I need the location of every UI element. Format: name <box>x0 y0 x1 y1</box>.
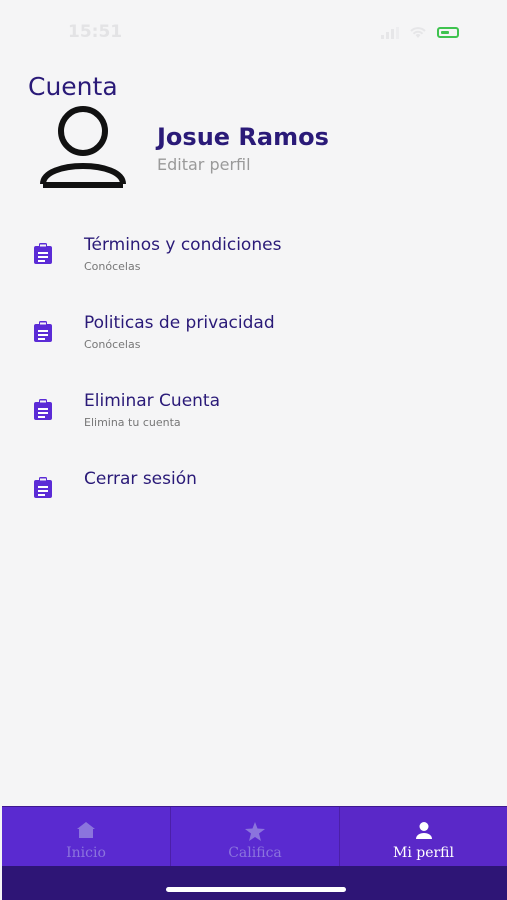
star-icon <box>245 822 265 841</box>
home-indicator-area <box>2 866 507 900</box>
menu-item-subtitle: Conócelas <box>84 260 141 273</box>
menu-item-terms[interactable]: Términos y condiciones Conócelas <box>28 235 488 291</box>
profile-name: Josue Ramos <box>157 123 329 151</box>
page-title: Cuenta <box>28 72 118 101</box>
status-icons <box>381 26 459 39</box>
nav-label: Mi perfil <box>392 845 455 861</box>
menu-item-delete-account[interactable]: Eliminar Cuenta Elimina tu cuenta <box>28 391 488 447</box>
menu-item-subtitle: Conócelas <box>84 338 141 351</box>
clipboard-icon <box>34 321 52 342</box>
edit-profile-link[interactable]: Editar perfil <box>157 155 251 174</box>
nav-label: Califica <box>228 845 282 861</box>
bottom-nav: Inicio Califica Mi perfil <box>2 806 507 867</box>
nav-tab-califica[interactable]: Califica <box>171 807 340 867</box>
battery-icon <box>437 27 459 38</box>
clipboard-icon <box>34 399 52 420</box>
menu-item-title: Cerrar sesión <box>84 469 197 489</box>
menu-item-privacy[interactable]: Politicas de privacidad Conócelas <box>28 313 488 369</box>
menu-item-title: Términos y condiciones <box>84 235 282 255</box>
menu-item-subtitle: Elimina tu cuenta <box>84 416 181 429</box>
person-icon <box>415 822 432 839</box>
signal-icon <box>381 26 399 39</box>
wifi-icon <box>410 27 426 38</box>
nav-tab-mi-perfil[interactable]: Mi perfil <box>340 807 507 867</box>
home-indicator[interactable] <box>166 887 346 892</box>
menu-item-title: Politicas de privacidad <box>84 313 275 333</box>
status-time: 15:51 <box>68 22 123 42</box>
clipboard-icon <box>34 243 52 264</box>
menu-item-title: Eliminar Cuenta <box>84 391 221 411</box>
clipboard-icon <box>34 477 52 498</box>
nav-label: Inicio <box>66 845 106 861</box>
home-icon <box>77 822 95 838</box>
status-bar: 15:51 <box>0 0 507 60</box>
avatar-icon[interactable] <box>38 105 128 197</box>
menu-item-logout[interactable]: Cerrar sesión <box>28 469 488 525</box>
nav-tab-inicio[interactable]: Inicio <box>2 807 171 867</box>
